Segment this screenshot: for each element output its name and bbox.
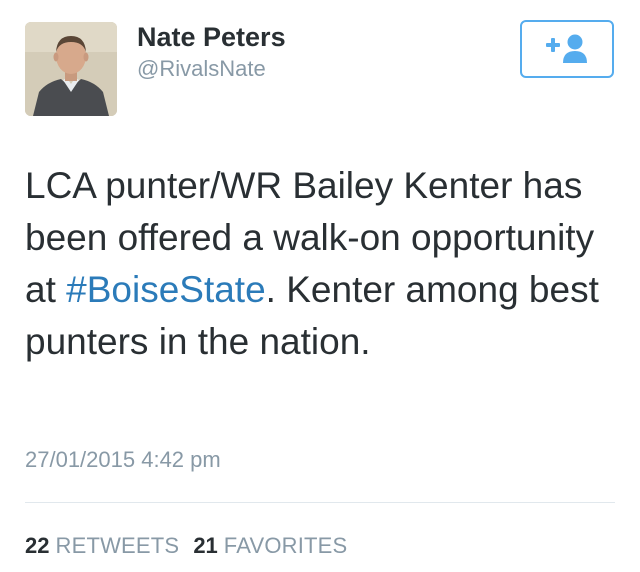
tweet-text: LCA punter/WR Bailey Kenter has been off…	[25, 160, 625, 368]
author-display-name[interactable]: Nate Peters	[137, 20, 286, 54]
tweet-timestamp: 27/01/2015 4:42 pm	[25, 447, 221, 472]
retweets-stat[interactable]: 22 RETWEETS	[25, 531, 179, 561]
tweet-stats: 22 RETWEETS 21 FAVORITES	[25, 531, 347, 561]
favorites-stat[interactable]: 21 FAVORITES	[193, 531, 347, 561]
follow-user-icon	[546, 34, 587, 63]
follow-button[interactable]	[520, 20, 614, 78]
hashtag-link[interactable]: #BoiseState	[66, 269, 266, 310]
profile-photo-icon	[25, 22, 117, 116]
divider	[25, 502, 615, 503]
author-handle[interactable]: @RivalsNate	[137, 54, 266, 84]
favorites-label: FAVORITES	[223, 533, 348, 558]
tweet-card: Nate Peters @RivalsNate LCA punter/WR Ba…	[0, 0, 640, 572]
retweets-count: 22	[25, 533, 50, 558]
avatar[interactable]	[25, 22, 117, 116]
favorites-count: 21	[193, 533, 218, 558]
retweets-label: RETWEETS	[55, 533, 180, 558]
